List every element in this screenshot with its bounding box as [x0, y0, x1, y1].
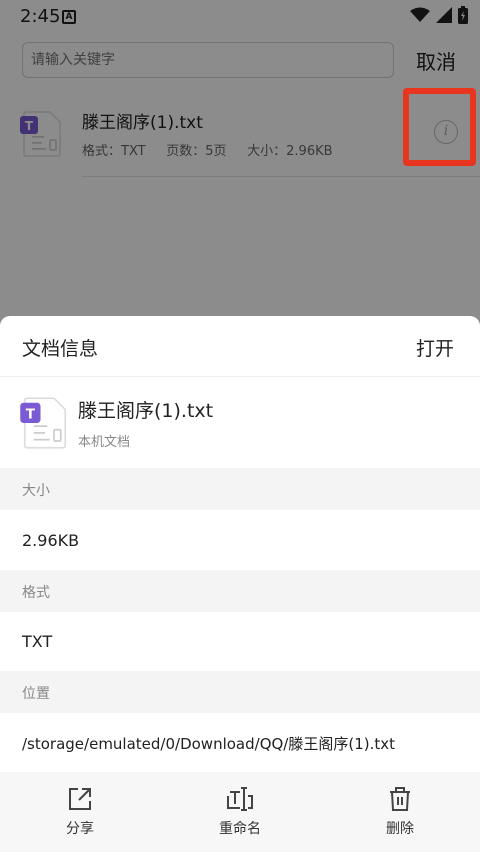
delete-label: 删除: [386, 821, 414, 837]
size-label: 大小: [0, 468, 480, 510]
open-button[interactable]: 打开: [416, 334, 454, 361]
share-icon: [69, 788, 91, 810]
divider: [0, 376, 480, 377]
highlight-annotation: [403, 88, 476, 166]
size-value: 2.96KB: [22, 531, 80, 550]
share-label: 分享: [66, 821, 94, 837]
file-name: 滕王阁序(1).txt: [78, 400, 214, 422]
file-source: 本机文档: [78, 435, 131, 450]
rename-label: 重命名: [219, 821, 261, 837]
document-info-sheet: 文档信息 打开 T 滕王阁序(1).txt 本机文档 大小 2.96KB 格式 …: [0, 316, 480, 852]
txt-document-icon: T: [20, 397, 67, 449]
delete-button[interactable]: 删除: [350, 772, 450, 852]
rename-icon: [227, 787, 253, 811]
sheet-header: 文档信息 打开: [0, 316, 480, 376]
action-bar: 分享 重命名 删除: [0, 772, 480, 852]
share-button[interactable]: 分享: [30, 772, 130, 852]
doc-badge-letter: T: [26, 407, 36, 423]
location-value: /storage/emulated/0/Download/QQ/滕王阁序(1).…: [22, 735, 396, 753]
trash-icon: [390, 787, 410, 811]
rename-button[interactable]: 重命名: [190, 772, 290, 852]
location-label: 位置: [0, 671, 480, 713]
format-label: 格式: [0, 570, 480, 612]
format-value: TXT: [22, 632, 53, 651]
sheet-title: 文档信息: [22, 338, 99, 360]
